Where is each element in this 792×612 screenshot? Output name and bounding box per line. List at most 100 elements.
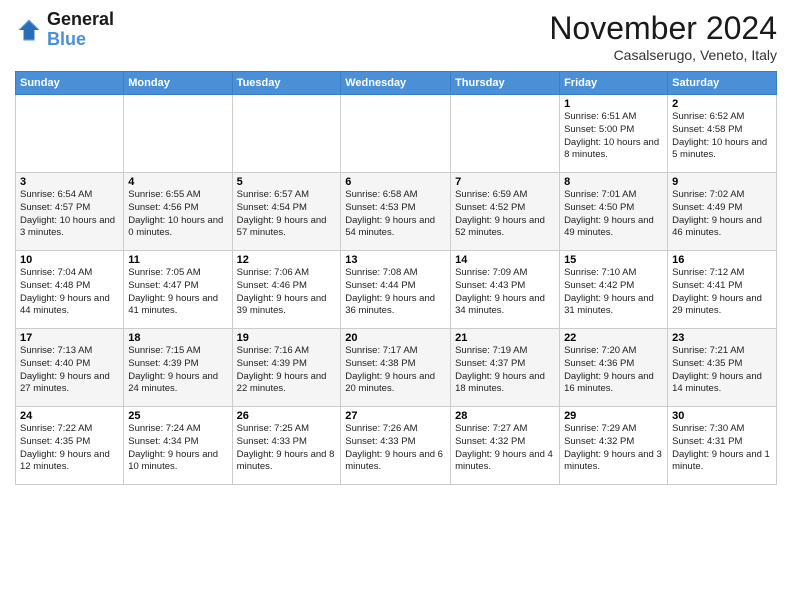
day-number: 6 xyxy=(345,176,446,188)
day-number: 19 xyxy=(237,332,337,344)
day-info: Sunrise: 7:12 AM Sunset: 4:41 PM Dayligh… xyxy=(672,267,772,318)
calendar-cell-w0d2 xyxy=(232,95,341,173)
day-number: 18 xyxy=(128,332,227,344)
calendar-cell-w1d4: 7Sunrise: 6:59 AM Sunset: 4:52 PM Daylig… xyxy=(451,173,560,251)
day-info: Sunrise: 7:10 AM Sunset: 4:42 PM Dayligh… xyxy=(564,267,663,318)
location: Casalserugo, Veneto, Italy xyxy=(549,47,777,63)
header: General Blue November 2024 Casalserugo, … xyxy=(15,10,777,63)
calendar-cell-w0d1 xyxy=(124,95,232,173)
month-title: November 2024 xyxy=(549,10,777,47)
col-tuesday: Tuesday xyxy=(232,72,341,95)
calendar-cell-w0d6: 2Sunrise: 6:52 AM Sunset: 4:58 PM Daylig… xyxy=(668,95,777,173)
calendar-cell-w1d2: 5Sunrise: 6:57 AM Sunset: 4:54 PM Daylig… xyxy=(232,173,341,251)
calendar-cell-w2d3: 13Sunrise: 7:08 AM Sunset: 4:44 PM Dayli… xyxy=(341,251,451,329)
day-number: 30 xyxy=(672,410,772,422)
day-info: Sunrise: 7:21 AM Sunset: 4:35 PM Dayligh… xyxy=(672,345,772,396)
day-number: 17 xyxy=(20,332,119,344)
logo-icon xyxy=(15,16,43,44)
calendar-cell-w2d0: 10Sunrise: 7:04 AM Sunset: 4:48 PM Dayli… xyxy=(16,251,124,329)
calendar-cell-w3d3: 20Sunrise: 7:17 AM Sunset: 4:38 PM Dayli… xyxy=(341,329,451,407)
calendar-cell-w4d5: 29Sunrise: 7:29 AM Sunset: 4:32 PM Dayli… xyxy=(560,407,668,485)
calendar-cell-w3d4: 21Sunrise: 7:19 AM Sunset: 4:37 PM Dayli… xyxy=(451,329,560,407)
day-number: 27 xyxy=(345,410,446,422)
day-info: Sunrise: 7:22 AM Sunset: 4:35 PM Dayligh… xyxy=(20,423,119,474)
title-block: November 2024 Casalserugo, Veneto, Italy xyxy=(549,10,777,63)
calendar-cell-w3d1: 18Sunrise: 7:15 AM Sunset: 4:39 PM Dayli… xyxy=(124,329,232,407)
day-info: Sunrise: 7:19 AM Sunset: 4:37 PM Dayligh… xyxy=(455,345,555,396)
day-number: 11 xyxy=(128,254,227,266)
day-info: Sunrise: 7:09 AM Sunset: 4:43 PM Dayligh… xyxy=(455,267,555,318)
calendar-cell-w2d4: 14Sunrise: 7:09 AM Sunset: 4:43 PM Dayli… xyxy=(451,251,560,329)
col-friday: Friday xyxy=(560,72,668,95)
calendar-cell-w4d2: 26Sunrise: 7:25 AM Sunset: 4:33 PM Dayli… xyxy=(232,407,341,485)
day-number: 9 xyxy=(672,176,772,188)
logo-line2: Blue xyxy=(47,30,114,50)
calendar-cell-w4d4: 28Sunrise: 7:27 AM Sunset: 4:32 PM Dayli… xyxy=(451,407,560,485)
day-number: 5 xyxy=(237,176,337,188)
calendar-cell-w1d1: 4Sunrise: 6:55 AM Sunset: 4:56 PM Daylig… xyxy=(124,173,232,251)
page: General Blue November 2024 Casalserugo, … xyxy=(0,0,792,612)
calendar-header-row: Sunday Monday Tuesday Wednesday Thursday… xyxy=(16,72,777,95)
col-saturday: Saturday xyxy=(668,72,777,95)
calendar-cell-w4d6: 30Sunrise: 7:30 AM Sunset: 4:31 PM Dayli… xyxy=(668,407,777,485)
calendar-cell-w3d2: 19Sunrise: 7:16 AM Sunset: 4:39 PM Dayli… xyxy=(232,329,341,407)
day-info: Sunrise: 6:51 AM Sunset: 5:00 PM Dayligh… xyxy=(564,111,663,162)
day-number: 4 xyxy=(128,176,227,188)
calendar-cell-w1d5: 8Sunrise: 7:01 AM Sunset: 4:50 PM Daylig… xyxy=(560,173,668,251)
calendar-cell-w2d5: 15Sunrise: 7:10 AM Sunset: 4:42 PM Dayli… xyxy=(560,251,668,329)
day-info: Sunrise: 6:57 AM Sunset: 4:54 PM Dayligh… xyxy=(237,189,337,240)
day-info: Sunrise: 7:17 AM Sunset: 4:38 PM Dayligh… xyxy=(345,345,446,396)
day-info: Sunrise: 6:58 AM Sunset: 4:53 PM Dayligh… xyxy=(345,189,446,240)
day-info: Sunrise: 7:06 AM Sunset: 4:46 PM Dayligh… xyxy=(237,267,337,318)
day-info: Sunrise: 6:55 AM Sunset: 4:56 PM Dayligh… xyxy=(128,189,227,240)
calendar-week-2: 10Sunrise: 7:04 AM Sunset: 4:48 PM Dayli… xyxy=(16,251,777,329)
logo: General Blue xyxy=(15,10,114,50)
day-number: 28 xyxy=(455,410,555,422)
day-info: Sunrise: 6:52 AM Sunset: 4:58 PM Dayligh… xyxy=(672,111,772,162)
day-number: 7 xyxy=(455,176,555,188)
day-number: 8 xyxy=(564,176,663,188)
day-number: 14 xyxy=(455,254,555,266)
col-sunday: Sunday xyxy=(16,72,124,95)
calendar-cell-w4d3: 27Sunrise: 7:26 AM Sunset: 4:33 PM Dayli… xyxy=(341,407,451,485)
day-info: Sunrise: 7:16 AM Sunset: 4:39 PM Dayligh… xyxy=(237,345,337,396)
day-number: 12 xyxy=(237,254,337,266)
calendar-cell-w0d5: 1Sunrise: 6:51 AM Sunset: 5:00 PM Daylig… xyxy=(560,95,668,173)
day-info: Sunrise: 7:04 AM Sunset: 4:48 PM Dayligh… xyxy=(20,267,119,318)
calendar: Sunday Monday Tuesday Wednesday Thursday… xyxy=(15,71,777,485)
calendar-week-1: 3Sunrise: 6:54 AM Sunset: 4:57 PM Daylig… xyxy=(16,173,777,251)
calendar-cell-w2d6: 16Sunrise: 7:12 AM Sunset: 4:41 PM Dayli… xyxy=(668,251,777,329)
col-monday: Monday xyxy=(124,72,232,95)
calendar-cell-w3d5: 22Sunrise: 7:20 AM Sunset: 4:36 PM Dayli… xyxy=(560,329,668,407)
calendar-cell-w0d0 xyxy=(16,95,124,173)
calendar-week-4: 24Sunrise: 7:22 AM Sunset: 4:35 PM Dayli… xyxy=(16,407,777,485)
col-wednesday: Wednesday xyxy=(341,72,451,95)
day-info: Sunrise: 7:30 AM Sunset: 4:31 PM Dayligh… xyxy=(672,423,772,474)
day-number: 15 xyxy=(564,254,663,266)
day-number: 24 xyxy=(20,410,119,422)
day-info: Sunrise: 7:01 AM Sunset: 4:50 PM Dayligh… xyxy=(564,189,663,240)
day-info: Sunrise: 7:08 AM Sunset: 4:44 PM Dayligh… xyxy=(345,267,446,318)
calendar-week-3: 17Sunrise: 7:13 AM Sunset: 4:40 PM Dayli… xyxy=(16,329,777,407)
day-info: Sunrise: 7:05 AM Sunset: 4:47 PM Dayligh… xyxy=(128,267,227,318)
day-info: Sunrise: 7:25 AM Sunset: 4:33 PM Dayligh… xyxy=(237,423,337,474)
day-info: Sunrise: 7:29 AM Sunset: 4:32 PM Dayligh… xyxy=(564,423,663,474)
day-info: Sunrise: 7:27 AM Sunset: 4:32 PM Dayligh… xyxy=(455,423,555,474)
day-info: Sunrise: 7:20 AM Sunset: 4:36 PM Dayligh… xyxy=(564,345,663,396)
day-number: 26 xyxy=(237,410,337,422)
day-number: 10 xyxy=(20,254,119,266)
day-info: Sunrise: 7:15 AM Sunset: 4:39 PM Dayligh… xyxy=(128,345,227,396)
day-info: Sunrise: 6:59 AM Sunset: 4:52 PM Dayligh… xyxy=(455,189,555,240)
day-info: Sunrise: 7:26 AM Sunset: 4:33 PM Dayligh… xyxy=(345,423,446,474)
calendar-cell-w1d0: 3Sunrise: 6:54 AM Sunset: 4:57 PM Daylig… xyxy=(16,173,124,251)
calendar-cell-w0d4 xyxy=(451,95,560,173)
day-number: 22 xyxy=(564,332,663,344)
calendar-cell-w4d0: 24Sunrise: 7:22 AM Sunset: 4:35 PM Dayli… xyxy=(16,407,124,485)
day-number: 25 xyxy=(128,410,227,422)
day-info: Sunrise: 7:02 AM Sunset: 4:49 PM Dayligh… xyxy=(672,189,772,240)
day-number: 16 xyxy=(672,254,772,266)
day-number: 3 xyxy=(20,176,119,188)
day-number: 20 xyxy=(345,332,446,344)
calendar-cell-w2d2: 12Sunrise: 7:06 AM Sunset: 4:46 PM Dayli… xyxy=(232,251,341,329)
logo-line1: General xyxy=(47,10,114,30)
